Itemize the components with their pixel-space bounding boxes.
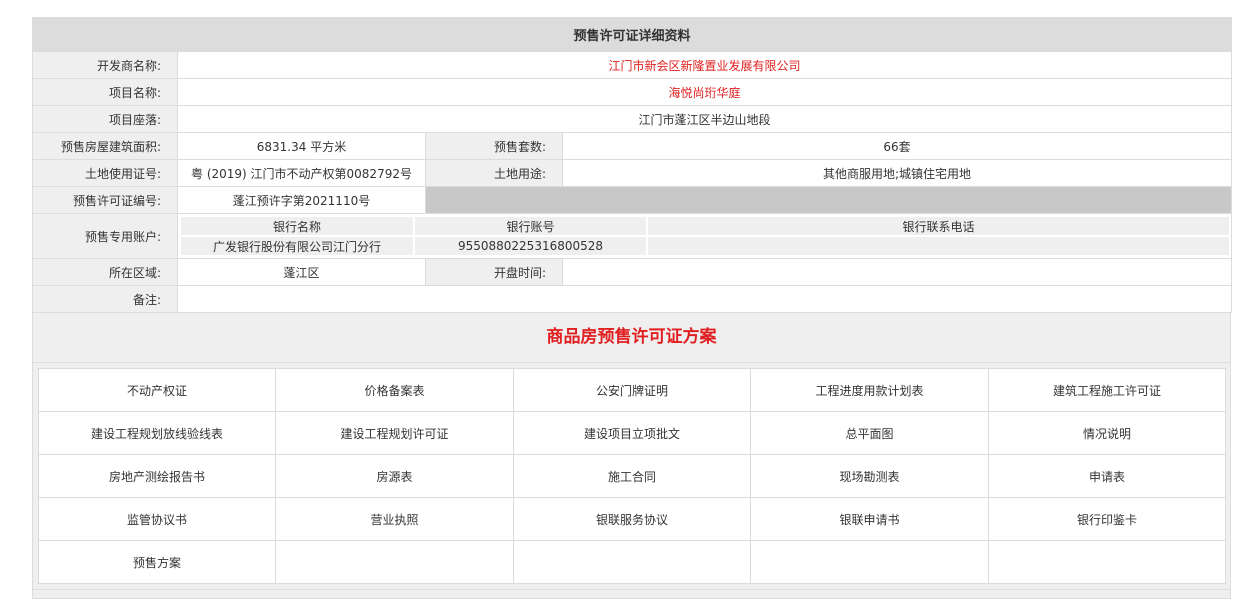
open-time-value bbox=[561, 258, 1233, 286]
plan-document-link[interactable]: 建筑工程施工许可证 bbox=[988, 368, 1226, 412]
plan-document-link[interactable]: 监管协议书 bbox=[38, 497, 276, 541]
plan-document-link[interactable]: 银联申请书 bbox=[750, 497, 989, 541]
permit-info-table: 预售许可证详细资料 开发商名称: 江门市新会区新隆置业发展有限公司 项目名称: … bbox=[31, 17, 1233, 313]
land-use-label: 土地用途: bbox=[425, 159, 563, 187]
bank-name-header: 银行名称 bbox=[181, 217, 415, 237]
account-label: 预售专用账户: bbox=[32, 213, 178, 259]
bank-account-table: 银行名称 银行账号 银行联系电话 广发银行股份有限公司江门分行 95508802… bbox=[181, 217, 1231, 255]
doc-row: 监管协议书 营业执照 银联服务协议 银联申请书 银行印鉴卡 bbox=[38, 497, 1226, 541]
plan-document-link[interactable]: 预售方案 bbox=[38, 540, 276, 584]
plan-document-link bbox=[275, 540, 514, 584]
plan-document-link[interactable]: 营业执照 bbox=[275, 497, 514, 541]
plan-document-link[interactable]: 工程进度用款计划表 bbox=[750, 368, 989, 412]
plan-document-link bbox=[988, 540, 1226, 584]
plan-document-link[interactable]: 不动产权证 bbox=[38, 368, 276, 412]
bank-phone-header: 银行联系电话 bbox=[647, 217, 1231, 237]
developer-value: 江门市新会区新隆置业发展有限公司 bbox=[176, 51, 1233, 79]
bottom-strip bbox=[32, 590, 1231, 599]
doc-row: 预售方案 bbox=[38, 540, 1226, 584]
location-value: 江门市蓬江区半边山地段 bbox=[176, 105, 1233, 133]
region-value: 蓬江区 bbox=[177, 258, 426, 286]
page-title: 预售许可证详细资料 bbox=[31, 17, 1233, 52]
permit-detail-panel: 预售许可证详细资料 开发商名称: 江门市新会区新隆置业发展有限公司 项目名称: … bbox=[31, 17, 1233, 599]
bank-phone-value bbox=[647, 236, 1231, 255]
plan-document-link[interactable]: 公安门牌证明 bbox=[513, 368, 751, 412]
remarks-value bbox=[176, 285, 1233, 313]
bank-name-value: 广发银行股份有限公司江门分行 bbox=[181, 236, 415, 255]
project-value: 海悦尚珩华庭 bbox=[176, 78, 1233, 106]
plan-document-link[interactable]: 建设工程规划许可证 bbox=[275, 411, 514, 455]
plan-document-link[interactable]: 价格备案表 bbox=[275, 368, 514, 412]
region-label: 所在区域: bbox=[32, 258, 178, 286]
plan-documents-table: 不动产权证 价格备案表 公安门牌证明 工程进度用款计划表 建筑工程施工许可证 建设工程规划… bbox=[38, 368, 1226, 584]
area-value: 6831.34 平方米 bbox=[177, 132, 426, 160]
plan-title: 商品房预售许可证方案 bbox=[33, 313, 1230, 363]
remarks-label: 备注: bbox=[32, 285, 178, 313]
land-cert-value: 粤 (2019) 江门市不动产权第0082792号 bbox=[177, 159, 426, 187]
permit-no-filler bbox=[424, 186, 1233, 214]
bank-account-cell: 银行名称 银行账号 银行联系电话 广发银行股份有限公司江门分行 95508802… bbox=[176, 213, 1233, 259]
plan-document-link[interactable]: 银行印鉴卡 bbox=[988, 497, 1226, 541]
plan-document-link[interactable]: 银联服务协议 bbox=[513, 497, 751, 541]
doc-row: 房地产测绘报告书 房源表 施工合同 现场勘测表 申请表 bbox=[38, 454, 1226, 498]
plan-document-link[interactable]: 情况说明 bbox=[988, 411, 1226, 455]
plan-document-link[interactable]: 房源表 bbox=[275, 454, 514, 498]
plan-document-link[interactable]: 建设项目立项批文 bbox=[513, 411, 751, 455]
location-label: 项目座落: bbox=[32, 105, 178, 133]
developer-label: 开发商名称: bbox=[32, 51, 178, 79]
plan-document-link[interactable]: 总平面图 bbox=[750, 411, 989, 455]
project-label: 项目名称: bbox=[32, 78, 178, 106]
plan-document-link[interactable]: 房地产测绘报告书 bbox=[38, 454, 276, 498]
land-cert-label: 土地使用证号: bbox=[32, 159, 178, 187]
bank-account-value: 9550880225316800528 bbox=[414, 236, 648, 255]
plan-document-link[interactable]: 现场勘测表 bbox=[750, 454, 989, 498]
doc-row: 建设工程规划放线验线表 建设工程规划许可证 建设项目立项批文 总平面图 情况说明 bbox=[38, 411, 1226, 455]
open-time-label: 开盘时间: bbox=[425, 258, 563, 286]
doc-row: 不动产权证 价格备案表 公安门牌证明 工程进度用款计划表 建筑工程施工许可证 bbox=[38, 368, 1226, 412]
units-label: 预售套数: bbox=[425, 132, 563, 160]
plan-document-link[interactable]: 施工合同 bbox=[513, 454, 751, 498]
land-use-value: 其他商服用地;城镇住宅用地 bbox=[561, 159, 1233, 187]
units-value: 66套 bbox=[561, 132, 1233, 160]
bank-account-header: 银行账号 bbox=[414, 217, 648, 237]
permit-no-value: 蓬江预许字第2021110号 bbox=[177, 186, 426, 214]
permit-no-label: 预售许可证编号: bbox=[32, 186, 178, 214]
area-label: 预售房屋建筑面积: bbox=[32, 132, 178, 160]
plan-document-link bbox=[513, 540, 751, 584]
plan-document-link[interactable]: 申请表 bbox=[988, 454, 1226, 498]
plan-document-link bbox=[750, 540, 989, 584]
plan-document-link[interactable]: 建设工程规划放线验线表 bbox=[38, 411, 276, 455]
presale-plan-section: 商品房预售许可证方案 不动产权证 价格备案表 公安门牌证明 工程进度用款计划表 建筑工程… bbox=[32, 313, 1231, 590]
